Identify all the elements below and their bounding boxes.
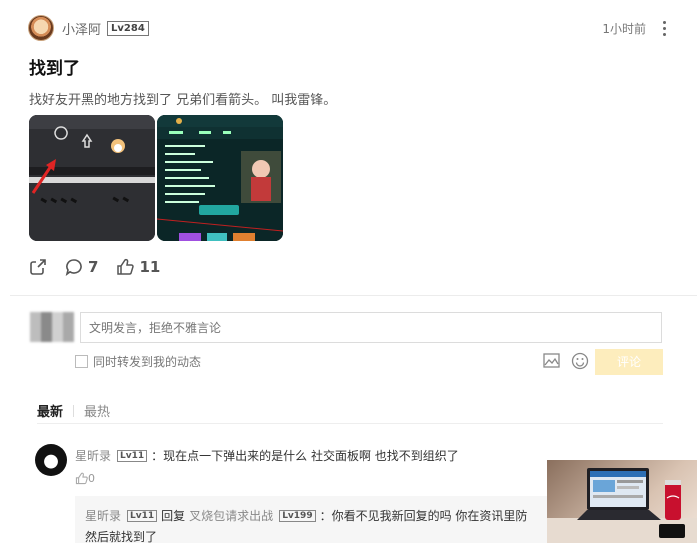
comment-input[interactable] [80,312,662,343]
tab-latest[interactable]: 最新 [37,401,63,420]
tab-separator [73,404,75,417]
tab-hottest[interactable]: 最热 [84,401,110,420]
post-image-2[interactable] [157,115,283,241]
commenter-level-badge: Lv11 [117,449,148,462]
current-user-avatar [30,312,74,342]
comment-item: 星昕录 Lv11 ：现在点一下弹出来的是什么 社交面板啊 也找不到组织了 [75,447,459,464]
reply-author-name[interactable]: 星昕录 [85,507,121,524]
post-image-1-graphic [29,115,155,241]
author-avatar[interactable] [28,15,54,41]
share-icon [30,259,46,275]
like-button[interactable]: 11 [116,258,160,276]
post-image-1[interactable] [29,115,155,241]
image-upload-icon[interactable] [543,353,560,368]
comment-count: 7 [88,258,99,276]
floating-ad-image[interactable] [547,460,697,543]
repost-checkbox[interactable] [75,355,88,368]
submit-comment-button[interactable]: 评论 [595,349,663,375]
post-time: 1小时前 [602,21,646,36]
reply-author-level-badge: Lv11 [127,509,158,522]
comment-button[interactable]: 7 [65,258,98,276]
post-image-2-graphic [157,115,283,241]
section-divider [10,295,697,296]
reply-target-level-badge: Lv199 [279,509,316,522]
like-count: 11 [139,258,161,276]
post-action-bar: 7 11 [29,258,178,276]
reply-item: 星昕录 Lv11 回复 叉烧包请求出战 Lv199 ：你看不见我新回复的吗 你在… [85,507,527,524]
comment-text: ：现在点一下弹出来的是什么 社交面板啊 也找不到组织了 [151,449,459,463]
comment-sort-tabs: 最新 最热 [37,401,110,420]
post-title: 找到了 [29,59,80,79]
repost-label: 同时转发到我的动态 [93,355,202,369]
reply-text-continued: 然后就找到了 [85,530,158,543]
share-button[interactable] [29,258,47,276]
commenter-name[interactable]: 星昕录 [75,447,111,464]
comment-icon [65,259,82,276]
laptop-ad-graphic [547,468,697,543]
emoji-icon[interactable] [571,352,589,370]
comment-like-count: 0 [88,472,95,485]
thumbs-up-icon [75,472,88,485]
reply-target-name[interactable]: 叉烧包请求出战 [189,507,273,524]
author-level-badge: Lv284 [107,20,149,36]
author-name[interactable]: 小泽阿 [62,19,101,38]
post-body: 找好友开黑的地方找到了 兄弟们看箭头。 叫我雷锋。 [29,93,337,108]
post-header: 小泽阿 Lv284 1小时前 [28,14,670,42]
comment-like-button[interactable]: 0 [75,472,95,485]
repost-option[interactable]: 同时转发到我的动态 [75,353,201,370]
thumbs-up-icon [117,258,135,275]
tabs-divider [37,423,663,424]
commenter-avatar[interactable] [35,444,67,476]
reply-verb: 回复 [161,509,186,523]
more-options-icon[interactable] [658,20,670,36]
reply-text: ：你看不见我新回复的吗 你在资讯里防 [319,509,528,523]
